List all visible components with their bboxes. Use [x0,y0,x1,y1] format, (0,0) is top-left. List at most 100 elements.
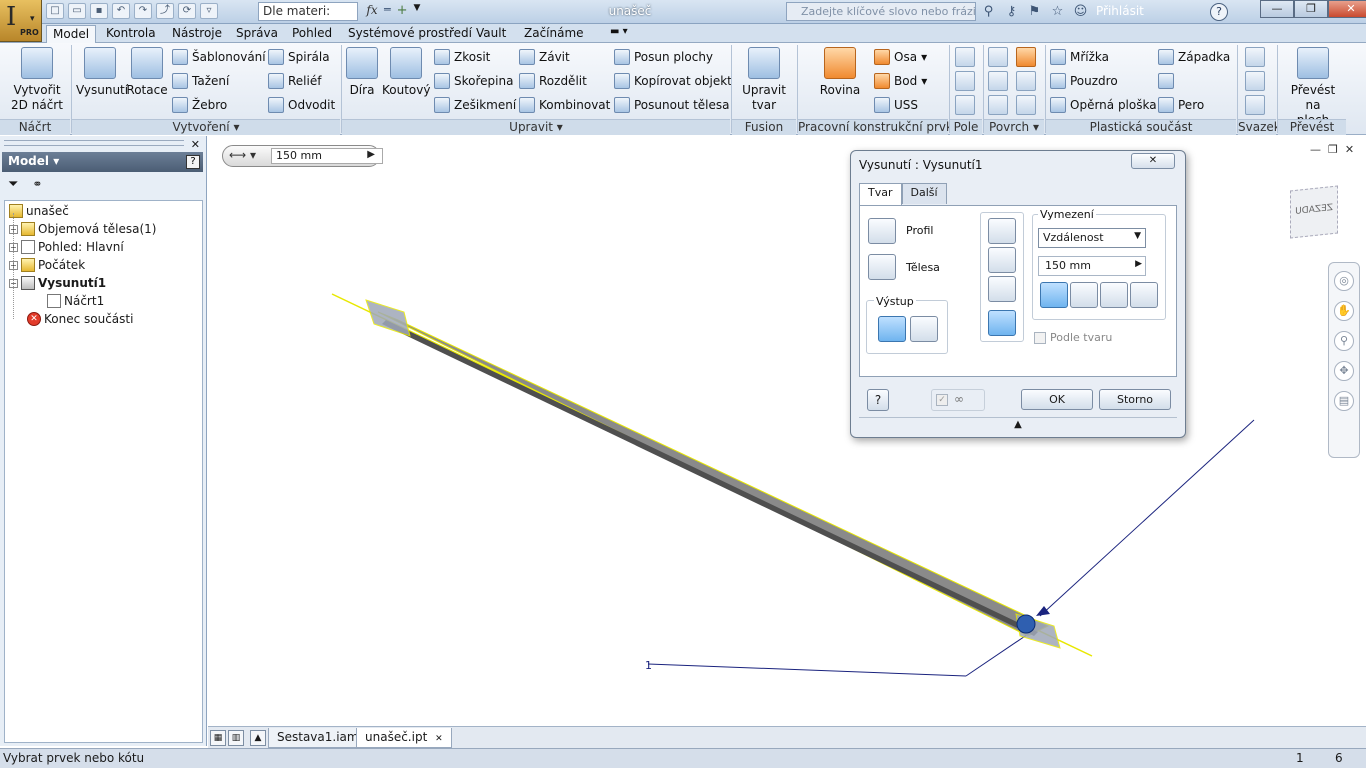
minimize-button[interactable]: — [1260,0,1294,18]
rest-button[interactable]: Opěrná ploška [1050,96,1157,114]
viewcube[interactable]: ZEZADU [1290,185,1338,239]
tab-list-icon[interactable]: ▲ [250,730,266,746]
tree-item-solid-bodies[interactable]: + Objemová tělesa(1) [9,220,157,238]
favorites-star-icon[interactable]: ☆ [1049,3,1066,20]
return-icon[interactable]: ⤴ [156,3,174,19]
harness-props-icon[interactable] [1245,71,1265,91]
new-icon[interactable]: □ [46,3,64,19]
stitch-icon[interactable] [988,71,1008,91]
thread-button[interactable]: Závit [519,48,570,66]
snap-fit-button[interactable]: Západka [1158,48,1230,66]
close-tab-icon[interactable]: ✕ [435,734,443,744]
join-button[interactable] [988,218,1016,244]
undo-icon[interactable]: ↶ [112,3,130,19]
extrude-button[interactable]: Vysunutí [76,47,128,98]
derive-button[interactable]: Odvodit [268,96,335,114]
revolve-button[interactable]: Rotace [126,47,168,98]
dialog-close-button[interactable]: ✕ [1131,153,1175,169]
doc-restore-button[interactable]: ❐ [1328,143,1338,156]
tree-item-end-of-part[interactable]: ✕ Konec součásti [27,310,133,328]
boss-button[interactable]: Pouzdro [1050,72,1118,90]
distance-dropdown-icon[interactable]: ⟷ ▾ [229,148,256,162]
hole-button[interactable]: Díra [344,47,380,98]
graphics-window[interactable]: 1 [208,136,1366,726]
coil-button[interactable]: Spirála [268,48,330,66]
mirror-icon[interactable] [955,95,975,115]
harness-icon[interactable] [1245,47,1265,67]
shell-button[interactable]: Skořepina [434,72,513,90]
user-icon[interactable]: ☺ [1072,3,1089,20]
material-selector[interactable]: Dle materi: [258,2,358,21]
tab-nastroje[interactable]: Nástroje [166,25,228,43]
play-arrow-icon[interactable]: ▶ [367,149,375,160]
tree-item-root[interactable]: unašeč [9,202,69,220]
preview-checkbox[interactable]: ✓ [936,394,948,406]
browser-header[interactable]: Model ▾ [2,152,203,172]
doc-close-button[interactable]: ✕ [1345,143,1354,156]
draft-button[interactable]: Zešikmení [434,96,516,114]
close-icon[interactable]: ✕ [191,138,200,151]
split-button[interactable]: Rozdělit [519,72,587,90]
rectangular-pattern-icon[interactable] [955,47,975,67]
chamfer-button[interactable]: Zkosit [434,48,490,66]
help-icon[interactable]: ? [1210,3,1228,21]
doc-minimize-button[interactable]: — [1310,143,1321,156]
update-icon[interactable]: ⟳ [178,3,196,19]
dialog-help-icon[interactable]: ? [867,389,889,411]
emboss-button[interactable]: Reliéf [268,72,321,90]
grill-button[interactable]: Mřížka [1050,48,1109,66]
tab-pohled[interactable]: Pohled [286,25,338,43]
copy-object-button[interactable]: Kopírovat objekt [614,72,732,90]
direction-1-button[interactable] [1040,282,1068,308]
ok-button[interactable]: OK [1021,389,1093,410]
combine-button[interactable]: Kombinovat [519,96,610,114]
match-shape-checkbox[interactable] [1034,332,1046,344]
help-search-input[interactable]: Zadejte klíčové slovo nebo frázi [786,2,976,21]
sculpt-icon[interactable] [988,95,1008,115]
tab-zaciname[interactable]: Začínáme [518,25,590,43]
redo-icon[interactable]: ↷ [134,3,152,19]
trim-icon[interactable] [1016,71,1036,91]
output-solid-button[interactable] [878,316,906,342]
move-bodies-button[interactable]: Posunout tělesa [614,96,730,114]
find-binoculars-icon[interactable]: ⚭ [32,177,42,193]
extent-type-select[interactable]: Vzdálenost ▼ [1038,228,1146,248]
tab-model[interactable]: Model [46,25,97,43]
ucs-button[interactable]: USS [874,96,918,114]
binoculars-icon[interactable]: ⚲ [980,3,997,20]
doc-tab-unasec[interactable]: unašeč.ipt ✕ [356,728,452,748]
model-viewport[interactable]: 1 [208,136,1366,726]
patch-icon[interactable] [1016,47,1036,67]
select-icon[interactable]: ▿ [200,3,218,19]
key-icon[interactable]: ⚷ [1003,3,1020,20]
close-button[interactable]: ✕ [1328,0,1366,18]
qat-dropdown-icon[interactable]: ▼ [414,3,421,18]
filter-icon[interactable]: ⏷ [8,177,18,193]
tab-dalsi[interactable]: Další [901,183,947,204]
harness-route-icon[interactable] [1245,95,1265,115]
lip-button[interactable]: Pero [1158,96,1204,114]
application-menu-button[interactable]: I ▾ PRO [0,0,42,42]
tree-item-origin[interactable]: + Počátek [9,256,85,274]
distance-input[interactable]: 150 mm ▶ [1038,256,1146,276]
zoom-icon[interactable]: ⚲ [1334,331,1354,351]
grip-bar[interactable] [4,140,184,146]
fx-icon[interactable]: fx [362,3,382,20]
browser-help-icon[interactable]: ? [186,155,200,169]
panel-label-vytvoreni[interactable]: Vytvoření ▾ [72,119,340,135]
delete-face-icon[interactable] [1016,95,1036,115]
work-plane-button[interactable]: Rovina [816,47,864,98]
subscription-icon[interactable]: ⚑ [1026,3,1043,20]
tab-tvar[interactable]: Tvar [859,183,902,205]
convert-to-sheet-metal-button[interactable]: Převést na plech [1282,47,1344,128]
cascade-windows-icon[interactable]: ▥ [228,730,244,746]
tree-item-view[interactable]: + Pohled: Hlavní [9,238,124,256]
panel-label-povrch[interactable]: Povrch ▾ [984,119,1044,135]
dialog-expand-arrow-icon[interactable]: ▲ [859,417,1177,431]
tile-windows-icon[interactable]: ▦ [210,730,226,746]
intersect-button[interactable] [988,276,1016,302]
loft-button[interactable]: Šablonování [172,48,266,66]
save-icon[interactable]: ▪ [90,3,108,19]
tab-extra-dropdown-icon[interactable]: ▬ ▾ [604,25,634,43]
measure-icon[interactable]: ═ [384,3,391,18]
